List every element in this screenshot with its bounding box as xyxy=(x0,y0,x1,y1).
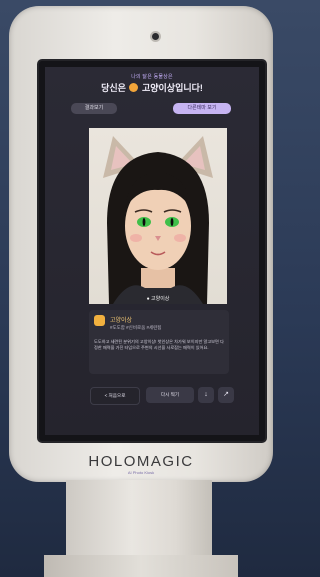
result-tags: #도도함 #신비로움 #세련됨 xyxy=(110,325,162,330)
cat-filter-portrait xyxy=(103,136,213,304)
kiosk-base xyxy=(44,555,238,577)
tab-result[interactable]: 결과보기 xyxy=(71,103,117,114)
brand-logo: HOLOMAGIC xyxy=(88,453,194,470)
result-card: 고양이상 #도도함 #신비로움 #세련됨 도도하고 세련된 분위기의 고양이상!… xyxy=(89,310,229,374)
share-icon[interactable]: ↗ xyxy=(218,387,234,403)
download-icon[interactable]: ↓ xyxy=(198,387,214,403)
photo-caption: ● 고양이상 xyxy=(146,296,170,302)
camera-icon xyxy=(152,33,159,40)
headline-pre: 당신은 xyxy=(101,83,126,93)
tab-other-theme[interactable]: 다른테마 보기 xyxy=(173,103,231,114)
cat-emoji-icon xyxy=(129,83,139,92)
brand-subtitle: AI Photo Kiosk xyxy=(127,470,155,475)
back-to-start-button[interactable]: < 처음으로 xyxy=(90,387,140,405)
app-view: 나의 닮은 동물상은 당신은 고양이상입니다! 결과보기 다른테마 보기 ● 고… xyxy=(45,67,259,435)
subheading: 나의 닮은 동물상은 xyxy=(131,74,173,80)
headline-post: 고양이상입니다! xyxy=(141,83,203,93)
result-description: 도도하고 세련된 분위기의 고양이상! 첫인상은 차가워 보이지만 알고보면 다… xyxy=(94,339,224,350)
retake-button[interactable]: 다시 찍기 xyxy=(146,387,194,403)
result-photo: ● 고양이상 xyxy=(89,128,227,304)
cat-badge-icon xyxy=(94,315,105,326)
kiosk-body: 나의 닮은 동물상은 당신은 고양이상입니다! 결과보기 다른테마 보기 ● 고… xyxy=(9,6,273,482)
result-title: 고양이상 xyxy=(110,318,133,324)
display-screen: 나의 닮은 동물상은 당신은 고양이상입니다! 결과보기 다른테마 보기 ● 고… xyxy=(39,61,265,441)
result-headline: 당신은 고양이상입니다! xyxy=(45,81,259,94)
